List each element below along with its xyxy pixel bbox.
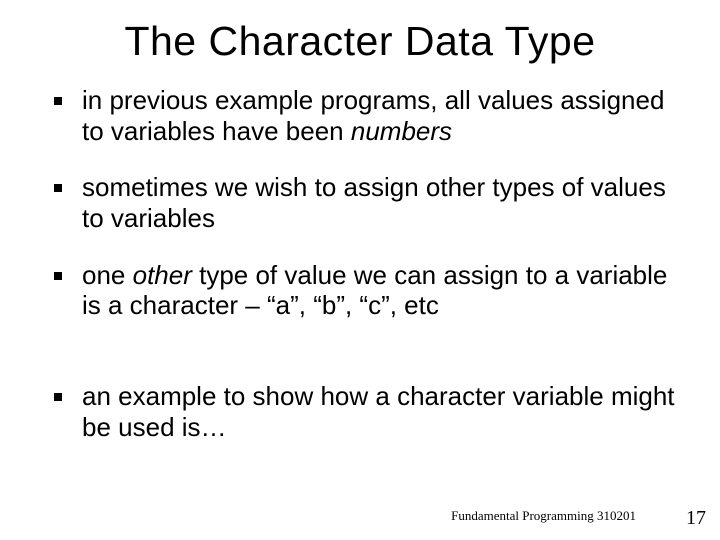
bullet-item: one other type of value we can assign to… xyxy=(38,260,682,321)
bullet-text-prefix: sometimes we wish to assign other types … xyxy=(82,172,666,233)
bullet-text-italic: numbers xyxy=(351,116,452,146)
bullet-item: sometimes we wish to assign other types … xyxy=(38,172,682,233)
slide-title: The Character Data Type xyxy=(38,18,682,65)
slide: The Character Data Type in previous exam… xyxy=(0,0,720,540)
footer-course: Fundamental Programming 310201 xyxy=(451,508,636,524)
page-number: 17 xyxy=(686,507,706,530)
spacer xyxy=(38,347,682,381)
bullet-text-prefix: one xyxy=(82,260,133,290)
bullet-text-italic: other xyxy=(133,260,192,290)
bullet-list: in previous example programs, all values… xyxy=(38,85,682,442)
bullet-item: in previous example programs, all values… xyxy=(38,85,682,146)
bullet-text-prefix: an example to show how a character varia… xyxy=(82,381,675,442)
bullet-item: an example to show how a character varia… xyxy=(38,381,682,442)
